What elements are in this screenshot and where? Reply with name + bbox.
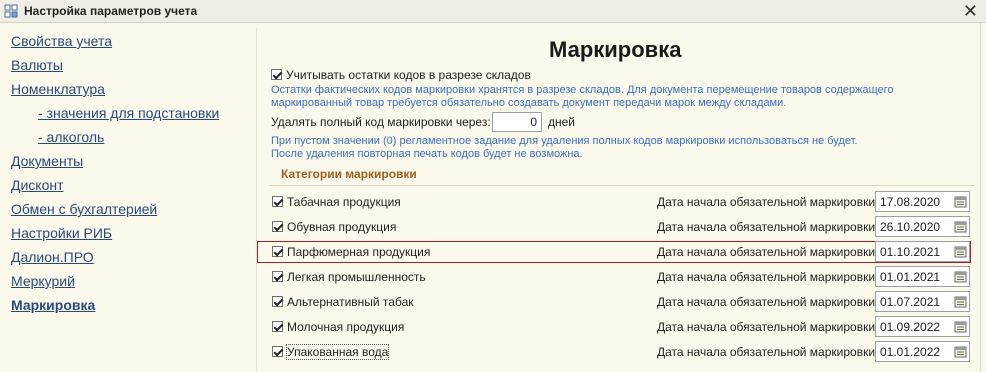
category-name: Парфюмерная продукция (287, 245, 431, 259)
panel-right-border (980, 23, 981, 372)
sidebar-item-currencies[interactable]: Валюты (11, 57, 63, 73)
category-name: Легкая промышленность (287, 270, 426, 284)
title-bar: Настройка параметров учета ✕ (0, 0, 986, 23)
category-name: Упакованная вода (285, 344, 390, 360)
warehouse-hint-line-1: Остатки фактических кодов маркировки хра… (271, 84, 894, 96)
sidebar-item-marking[interactable]: Маркировка (11, 297, 95, 313)
category-row-dairy: Молочная продукция Дата начала обязатель… (257, 316, 980, 338)
start-date-field[interactable]: 17.08.2020 (875, 191, 970, 212)
settings-form-icon (4, 4, 18, 18)
category-name: Альтернативный табак (287, 295, 414, 309)
category-name: Обувная продукция (287, 220, 397, 234)
category-row-perfume: Парфюмерная продукция Дата начала обязат… (257, 241, 971, 263)
sidebar-nav: Свойства учета Валюты Номенклатура - зна… (0, 23, 256, 372)
sidebar-item-mercury[interactable]: Меркурий (11, 273, 75, 289)
start-date-label: Дата начала обязательной маркировки: (657, 270, 879, 284)
sidebar-item-documents[interactable]: Документы (11, 153, 83, 169)
sidebar-item-dalion-pro[interactable]: Далион.ПРО (11, 249, 94, 265)
category-row-packaged-water: Упакованная вода Дата начала обязательно… (257, 341, 980, 363)
start-date-value: 01.01.2022 (880, 345, 941, 359)
category-checkbox[interactable] (272, 221, 283, 232)
start-date-value: 26.10.2020 (880, 220, 941, 234)
start-date-value: 01.10.2021 (880, 245, 941, 259)
category-checkbox[interactable] (272, 321, 283, 332)
calendar-icon[interactable] (954, 220, 967, 233)
start-date-field[interactable]: 01.01.2022 (875, 341, 970, 362)
calendar-icon[interactable] (954, 270, 967, 283)
category-checkbox[interactable] (272, 296, 283, 307)
calendar-icon[interactable] (954, 295, 967, 308)
window-title: Настройка параметров учета (24, 4, 198, 18)
sidebar-item-accounting-properties[interactable]: Свойства учета (11, 33, 112, 49)
start-date-value: 17.08.2020 (880, 195, 941, 209)
start-date-value: 01.01.2021 (880, 270, 941, 284)
delete-code-hint-line-2: После удаления повторная печать кодов бу… (271, 148, 583, 160)
category-name: Молочная продукция (287, 320, 405, 334)
warehouse-tracking-checkbox[interactable] (271, 69, 282, 80)
start-date-label: Дата начала обязательной маркировки: (657, 345, 879, 359)
start-date-field[interactable]: 01.07.2021 (875, 291, 970, 312)
category-row-light-industry: Легкая промышленность Дата начала обязат… (257, 266, 980, 288)
calendar-icon[interactable] (954, 320, 967, 333)
sidebar-item-discount[interactable]: Дисконт (11, 177, 64, 193)
categories-section-divider (269, 185, 975, 186)
sidebar-item-substitution-values[interactable]: - значения для подстановки (38, 105, 219, 121)
start-date-label: Дата начала обязательной маркировки: (657, 220, 879, 234)
start-date-field[interactable]: 26.10.2020 (875, 216, 970, 237)
delete-code-hint-line-1: При пустом значении (0) регламентное зад… (271, 135, 858, 147)
close-icon[interactable]: ✕ (963, 1, 978, 21)
sidebar-item-nomenclature[interactable]: Номенклатура (11, 81, 105, 97)
main-panel: Маркировка Учитывать остатки кодов в раз… (257, 23, 980, 372)
category-checkbox[interactable] (272, 271, 283, 282)
sidebar-item-rib-settings[interactable]: Настройки РИБ (11, 225, 112, 241)
category-checkbox[interactable] (272, 196, 283, 207)
delete-code-days-input[interactable]: 0 (492, 112, 542, 132)
sidebar-item-alcohol[interactable]: - алкоголь (38, 129, 104, 145)
start-date-value: 01.07.2021 (880, 295, 941, 309)
calendar-icon[interactable] (954, 345, 967, 358)
start-date-field[interactable]: 01.01.2021 (875, 266, 970, 287)
start-date-value: 01.09.2022 (880, 320, 941, 334)
category-name: Табачная продукция (287, 195, 401, 209)
calendar-icon[interactable] (954, 195, 967, 208)
sidebar-item-accounting-exchange[interactable]: Обмен с бухгалтерией (11, 201, 157, 217)
category-row-tobacco: Табачная продукция Дата начала обязатель… (257, 191, 980, 213)
categories-section-title: Категории маркировки (281, 167, 417, 181)
calendar-icon[interactable] (954, 245, 967, 258)
delete-code-unit: дней (548, 115, 576, 129)
delete-code-label: Удалять полный код маркировки через: (271, 115, 491, 129)
page-title: Маркировка (549, 37, 682, 62)
category-row-footwear: Обувная продукция Дата начала обязательн… (257, 216, 980, 238)
warehouse-tracking-label: Учитывать остатки кодов в разрезе складо… (286, 68, 531, 82)
category-checkbox[interactable] (272, 346, 283, 357)
category-row-alternative-tobacco: Альтернативный табак Дата начала обязате… (257, 291, 980, 313)
start-date-label: Дата начала обязательной маркировки: (657, 195, 879, 209)
start-date-field[interactable]: 01.09.2022 (875, 316, 970, 337)
start-date-label: Дата начала обязательной маркировки: (657, 245, 879, 259)
warehouse-hint-line-2: маркированный товар требуется обязательн… (271, 97, 787, 109)
category-checkbox[interactable] (272, 246, 283, 257)
start-date-label: Дата начала обязательной маркировки: (657, 295, 879, 309)
start-date-field[interactable]: 01.10.2021 (875, 241, 970, 262)
start-date-label: Дата начала обязательной маркировки: (657, 320, 879, 334)
